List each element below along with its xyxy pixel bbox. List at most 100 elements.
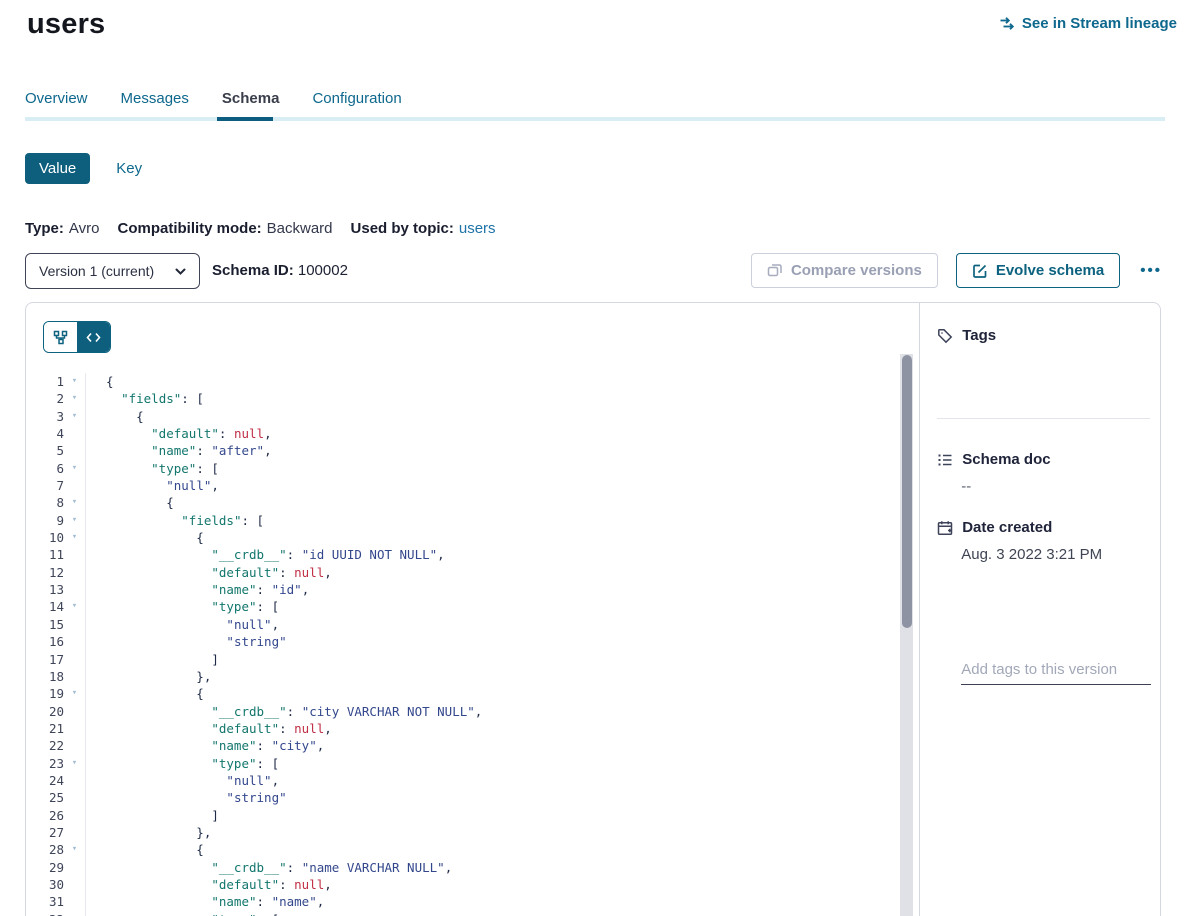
fold-arrow-icon[interactable]: ▾	[64, 685, 85, 702]
view-mode-toggle	[43, 321, 111, 353]
line-number: 6	[26, 460, 64, 477]
meta-item: Compatibility mode:Backward	[117, 220, 332, 237]
code-line: 12 "default": null,	[26, 564, 895, 581]
scrollbar-thumb[interactable]	[902, 355, 912, 628]
line-number: 24	[26, 772, 64, 789]
fold-gutter	[64, 807, 85, 824]
code-line: 15 "null",	[26, 616, 895, 633]
schema-panel: 1▾{2▾ "fields": [3▾ {4 "default": null,5…	[25, 302, 1161, 916]
compare-versions-label: Compare versions	[791, 262, 922, 279]
key-tab-button[interactable]: Key	[116, 160, 142, 177]
fold-arrow-icon[interactable]: ▾	[64, 598, 85, 615]
compare-icon	[767, 263, 783, 279]
code-line: 19▾ {	[26, 685, 895, 702]
schema-details-sidebar: Tags Schema doc --	[919, 303, 1160, 916]
code-text: },	[86, 668, 211, 685]
fold-arrow-icon[interactable]: ▾	[64, 460, 85, 477]
fold-gutter	[64, 772, 85, 789]
fold-arrow-icon[interactable]: ▾	[64, 512, 85, 529]
fold-gutter	[64, 442, 85, 459]
schema-id: Schema ID: 100002	[212, 262, 348, 279]
fold-arrow-icon[interactable]: ▾	[64, 529, 85, 546]
line-number: 16	[26, 633, 64, 650]
fold-arrow-icon[interactable]: ▾	[64, 408, 85, 425]
line-number: 13	[26, 581, 64, 598]
tree-view-icon	[53, 330, 68, 345]
line-number: 5	[26, 442, 64, 459]
code-text: "default": null,	[86, 425, 272, 442]
fold-arrow-icon[interactable]: ▾	[64, 373, 85, 390]
code-text: "type": [	[86, 460, 219, 477]
more-actions-button[interactable]: •••	[1138, 258, 1164, 283]
code-line: 8▾ {	[26, 494, 895, 511]
fold-arrow-icon[interactable]: ▾	[64, 755, 85, 772]
code-line: 3▾ {	[26, 408, 895, 425]
code-line: 24 "null",	[26, 772, 895, 789]
code-line: 1▾{	[26, 373, 895, 390]
topic-link[interactable]: users	[459, 220, 496, 237]
code-line: 20 "__crdb__": "city VARCHAR NOT NULL",	[26, 703, 895, 720]
code-text: ]	[86, 807, 219, 824]
line-number: 27	[26, 824, 64, 841]
line-number: 12	[26, 564, 64, 581]
fold-gutter	[64, 668, 85, 685]
version-select[interactable]: Version 1 (current)	[25, 253, 200, 289]
code-line: 7 "null",	[26, 477, 895, 494]
page-title: users	[27, 8, 105, 41]
fold-arrow-icon[interactable]: ▾	[64, 911, 85, 916]
meta-item: Type:Avro	[25, 220, 99, 237]
see-in-stream-lineage-link[interactable]: See in Stream lineage	[999, 15, 1177, 32]
fold-gutter	[64, 633, 85, 650]
fold-arrow-icon[interactable]: ▾	[64, 841, 85, 858]
code-line: 10▾ {	[26, 529, 895, 546]
tree-view-button[interactable]	[44, 322, 77, 352]
chevron-down-icon	[174, 265, 187, 278]
code-text: {	[86, 373, 114, 390]
line-number: 21	[26, 720, 64, 737]
schema-id-label: Schema ID:	[212, 262, 294, 279]
line-number: 32	[26, 911, 64, 916]
code-lines[interactable]: 1▾{2▾ "fields": [3▾ {4 "default": null,5…	[26, 373, 895, 916]
code-line: 18 },	[26, 668, 895, 685]
code-text: "fields": [	[86, 512, 264, 529]
code-text: {	[86, 685, 204, 702]
fold-gutter	[64, 564, 85, 581]
code-view-button[interactable]	[77, 322, 110, 352]
code-line: 4 "default": null,	[26, 425, 895, 442]
list-icon	[937, 452, 953, 468]
line-number: 7	[26, 477, 64, 494]
line-number: 8	[26, 494, 64, 511]
line-number: 3	[26, 408, 64, 425]
tag-icon	[937, 328, 953, 344]
editor-scrollbar[interactable]	[900, 354, 913, 916]
version-select-value: Version 1 (current)	[39, 263, 154, 279]
compare-versions-button[interactable]: Compare versions	[751, 253, 938, 288]
code-line: 16 "string"	[26, 633, 895, 650]
code-text: "null",	[86, 772, 279, 789]
fold-arrow-icon[interactable]: ▾	[64, 390, 85, 407]
code-text: "__crdb__": "city VARCHAR NOT NULL",	[86, 703, 482, 720]
fold-gutter	[64, 876, 85, 893]
value-tab-button[interactable]: Value	[25, 153, 90, 184]
meta-label: Type:	[25, 220, 64, 237]
evolve-schema-button[interactable]: Evolve schema	[956, 253, 1120, 288]
date-created-title: Date created	[962, 519, 1052, 536]
code-text: "null",	[86, 616, 279, 633]
code-line: 27 },	[26, 824, 895, 841]
code-text: "fields": [	[86, 390, 204, 407]
add-tags-input[interactable]	[961, 655, 1151, 685]
line-number: 20	[26, 703, 64, 720]
code-text: "type": [	[86, 911, 279, 916]
see-in-stream-lineage-label: See in Stream lineage	[1022, 15, 1177, 32]
code-line: 17 ]	[26, 651, 895, 668]
controls-row: Version 1 (current) Schema ID: 100002 Co…	[25, 253, 1164, 289]
calendar-icon	[937, 520, 953, 536]
fold-arrow-icon[interactable]: ▾	[64, 494, 85, 511]
code-text: "__crdb__": "id UUID NOT NULL",	[86, 546, 445, 563]
code-line: 11 "__crdb__": "id UUID NOT NULL",	[26, 546, 895, 563]
fold-gutter	[64, 425, 85, 442]
code-line: 6▾ "type": [	[26, 460, 895, 477]
schema-page: users See in Stream lineage OverviewMess…	[0, 0, 1189, 916]
evolve-schema-label: Evolve schema	[996, 262, 1104, 279]
code-line: 9▾ "fields": [	[26, 512, 895, 529]
